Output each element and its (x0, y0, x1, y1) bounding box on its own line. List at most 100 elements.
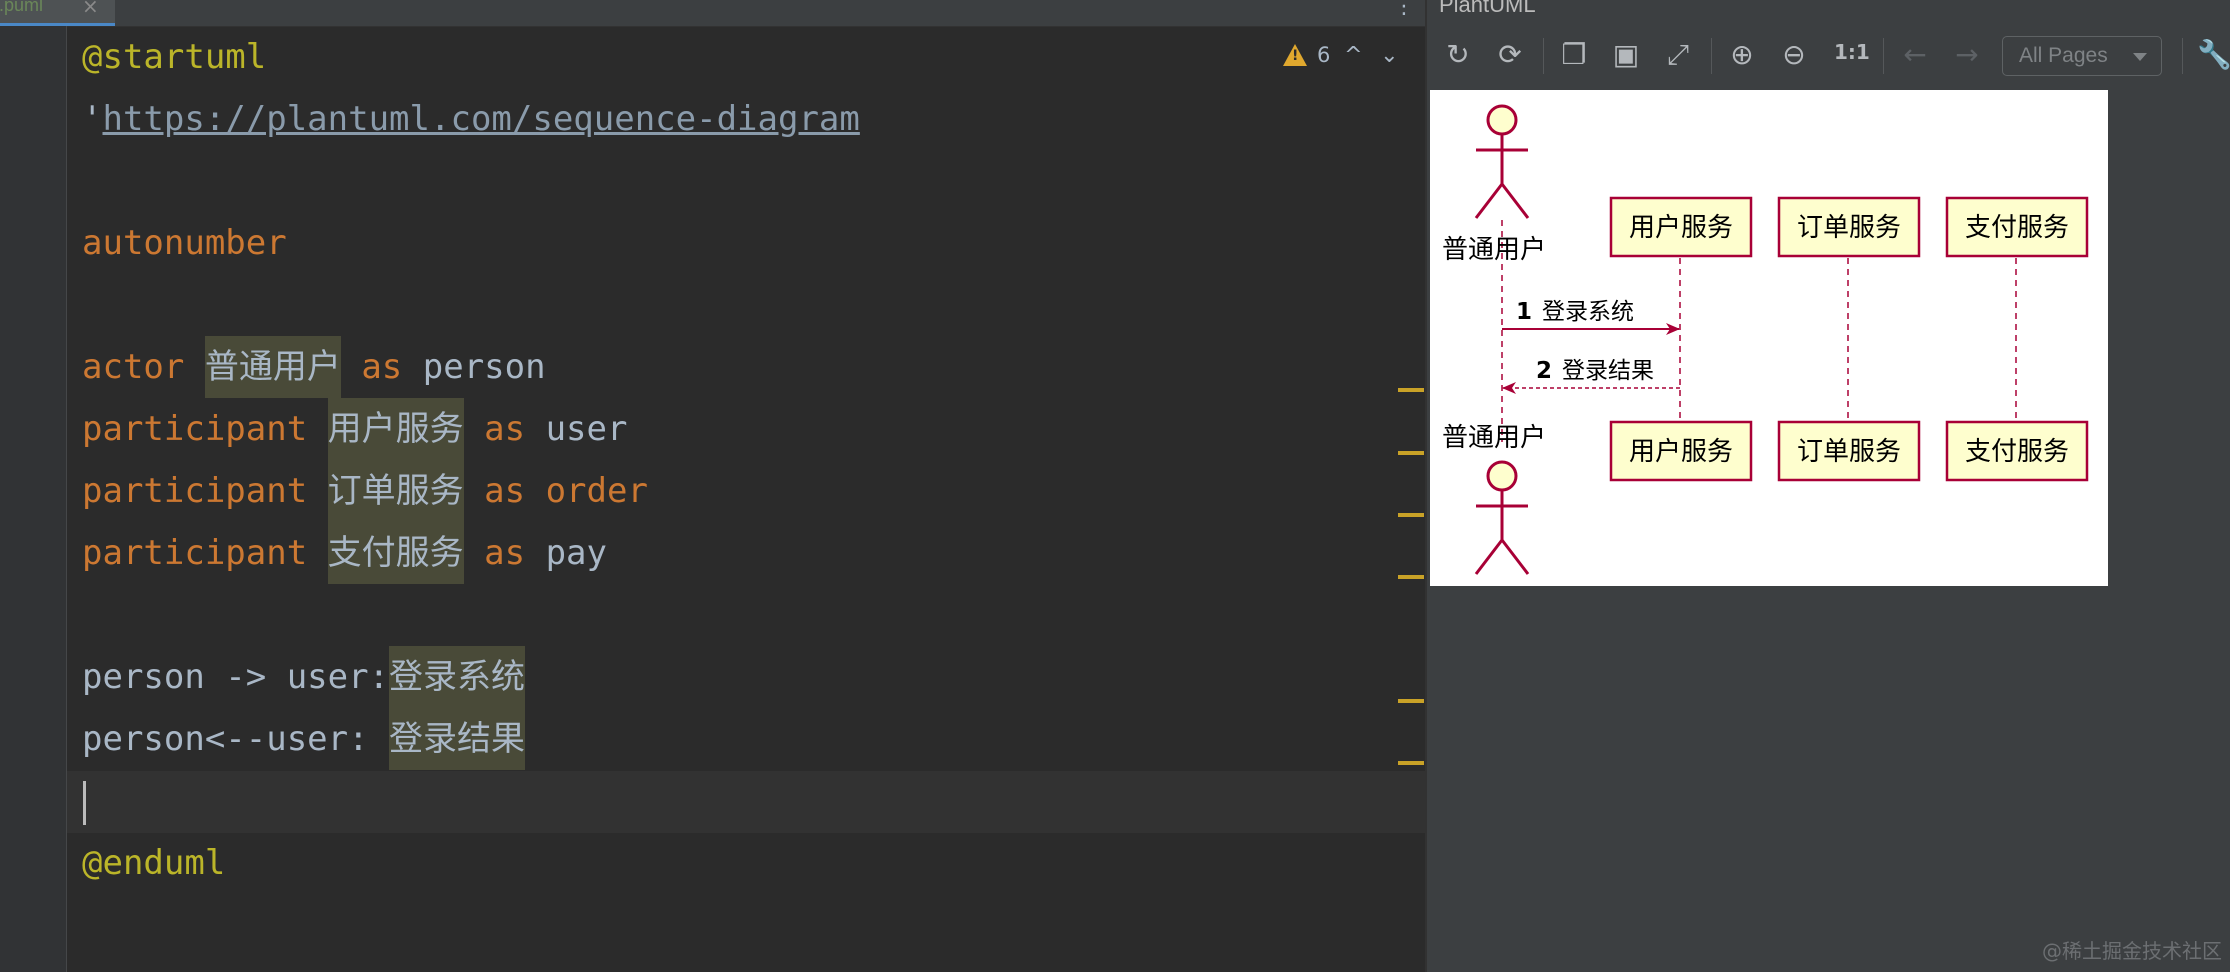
participant-label: 订单服务 (1797, 437, 1901, 467)
participant-keyword: participant (82, 471, 308, 511)
as-keyword: as (484, 471, 526, 511)
message-number-2: 2 (1536, 358, 1552, 384)
url-link[interactable]: https://plantuml.com/sequence-diagram (102, 99, 859, 139)
actor-label-top: 普通用户 (1442, 235, 1546, 265)
file-tab-label[interactable]: t.puml (0, 0, 43, 16)
comment-quote: ' (82, 99, 103, 139)
code-line-participant-user[interactable]: participant 用户服务 as user (82, 398, 627, 460)
code-line-message-1[interactable]: person -> user:登录系统 (82, 646, 526, 708)
external-open-icon[interactable]: ⤢ (1661, 38, 1695, 72)
pages-select-value: All Pages (2019, 44, 2108, 67)
message-label-2: 登录结果 (1562, 358, 1654, 384)
participant-label: 支付服务 (1965, 213, 2069, 243)
participant-label: 用户服务 (1629, 213, 1733, 243)
text-caret (83, 781, 86, 825)
toolbar-separator (1883, 38, 1884, 74)
participant-name: 订单服务 (327, 460, 464, 522)
code-line-autonumber[interactable]: autonumber (82, 212, 287, 274)
editor-tab-strip: t.puml × ⋮ (0, 0, 1425, 27)
startuml-token: @startuml (82, 37, 267, 77)
code-line-enduml[interactable]: @enduml (82, 832, 225, 894)
toolbar-separator (1543, 38, 1544, 74)
as-keyword: as (484, 533, 526, 573)
watermark: @稀土掘金技术社区 (2042, 939, 2222, 963)
sequence-diagram: 普通用户 用户服务 订单服务 支付服务 1 登录系统 2 登录结果 普通用户 用… (1442, 104, 2089, 575)
copy-icon[interactable]: ❐ (1557, 38, 1591, 72)
participant-alias: user (545, 409, 628, 449)
more-options-icon[interactable]: ⋮ (1393, 0, 1415, 19)
message-text: 登录系统 (389, 646, 526, 708)
code-line-message-2[interactable]: person<--user: 登录结果 (82, 708, 526, 770)
autonumber-keyword: autonumber (82, 223, 287, 263)
chevron-down-icon (2133, 53, 2147, 61)
actor-figure-top (1474, 104, 1530, 219)
message-label-1: 登录系统 (1542, 299, 1634, 325)
file-tab[interactable]: t.puml × (0, 0, 115, 26)
code-line-comment-url[interactable]: 'https://plantuml.com/sequence-diagram (82, 88, 860, 150)
participant-name: 支付服务 (327, 522, 464, 584)
diagram-preview[interactable]: 普通用户 用户服务 订单服务 支付服务 1 登录系统 2 登录结果 普通用户 用… (1430, 90, 2108, 586)
toolbar-separator (2182, 38, 2183, 74)
scrollbar-warning-marker[interactable] (1398, 761, 1424, 765)
participant-alias: pay (545, 533, 607, 573)
chevron-up-icon[interactable]: ^ (1340, 43, 1366, 68)
participant-box-pay-bottom: 支付服务 (1945, 420, 2089, 482)
message-text: 登录结果 (389, 708, 526, 770)
sync-icon[interactable]: ⟳ (1493, 38, 1527, 72)
participant-alias: order (545, 471, 648, 511)
participant-keyword: participant (82, 409, 308, 449)
arrow-left-icon[interactable]: ← (1898, 38, 1932, 72)
scrollbar-warning-marker[interactable] (1398, 699, 1424, 703)
message-prefix: person<--user: (82, 719, 390, 759)
participant-box-order-bottom: 订单服务 (1777, 420, 1921, 482)
zoom-out-icon[interactable]: ⊖ (1777, 38, 1811, 72)
arrow-right-icon[interactable]: → (1950, 38, 1984, 72)
code-line-participant-order[interactable]: participant 订单服务 as order (82, 460, 648, 522)
save-icon[interactable]: ▣ (1609, 38, 1643, 72)
line-gutter[interactable] (0, 26, 67, 972)
wrench-icon[interactable]: 🔧 (2197, 38, 2230, 72)
participant-box-user-bottom: 用户服务 (1609, 420, 1753, 482)
editor-pane[interactable]: t.puml × ⋮ @startuml 'https://plantuml.c… (0, 0, 1425, 972)
actor-label-bottom: 普通用户 (1442, 423, 1546, 453)
actor-keyword: actor (82, 347, 185, 387)
message-prefix: person -> user: (82, 657, 390, 697)
participant-name: 用户服务 (327, 398, 464, 460)
toolbar-separator (1711, 38, 1712, 74)
participant-label: 订单服务 (1797, 213, 1901, 243)
plantuml-header: PlantUML (1427, 0, 2230, 22)
scrollbar-warning-marker[interactable] (1398, 388, 1424, 392)
actor-alias: person (422, 347, 546, 387)
code-line-actor[interactable]: actor 普通用户 as person (82, 336, 546, 398)
current-line-highlight (67, 771, 1425, 833)
plantuml-title: PlantUML (1439, 0, 1536, 17)
warning-icon[interactable]: ! (1283, 44, 1307, 66)
plantuml-tool-window[interactable]: PlantUML ↻ ⟳ ❐ ▣ ⤢ ⊕ ⊖ 1:1 ← → All Pages… (1425, 0, 2230, 972)
actor-name: 普通用户 (204, 336, 341, 398)
warning-count[interactable]: 6 (1317, 43, 1330, 67)
scrollbar-warning-marker[interactable] (1398, 575, 1424, 579)
participant-label: 支付服务 (1965, 437, 2069, 467)
refresh-icon[interactable]: ↻ (1441, 38, 1475, 72)
chevron-down-icon[interactable]: ⌄ (1376, 43, 1402, 68)
participant-keyword: participant (82, 533, 308, 573)
participant-box-order-top: 订单服务 (1777, 196, 1921, 258)
close-icon[interactable]: × (82, 0, 99, 18)
scrollbar-warning-marker[interactable] (1398, 451, 1424, 455)
participant-label: 用户服务 (1629, 437, 1733, 467)
pages-select[interactable]: All Pages (2002, 36, 2162, 76)
enduml-token: @enduml (82, 843, 226, 883)
plantuml-toolbar: ↻ ⟳ ❐ ▣ ⤢ ⊕ ⊖ 1:1 ← → All Pages 🔧 (1427, 26, 2230, 86)
zoom-actual-size-button[interactable]: 1:1 (1834, 40, 1870, 64)
actor-figure-bottom (1474, 460, 1530, 575)
as-keyword: as (361, 347, 403, 387)
zoom-in-icon[interactable]: ⊕ (1725, 38, 1759, 72)
participant-box-pay-top: 支付服务 (1945, 196, 2089, 258)
code-line-participant-pay[interactable]: participant 支付服务 as pay (82, 522, 607, 584)
code-line-startuml[interactable]: @startuml (82, 26, 266, 88)
inspection-widget[interactable]: ! 6 ^ ⌄ (1283, 40, 1402, 70)
message-number-1: 1 (1516, 299, 1532, 325)
as-keyword: as (484, 409, 526, 449)
scrollbar-warning-marker[interactable] (1398, 513, 1424, 517)
participant-box-user-top: 用户服务 (1609, 196, 1753, 258)
